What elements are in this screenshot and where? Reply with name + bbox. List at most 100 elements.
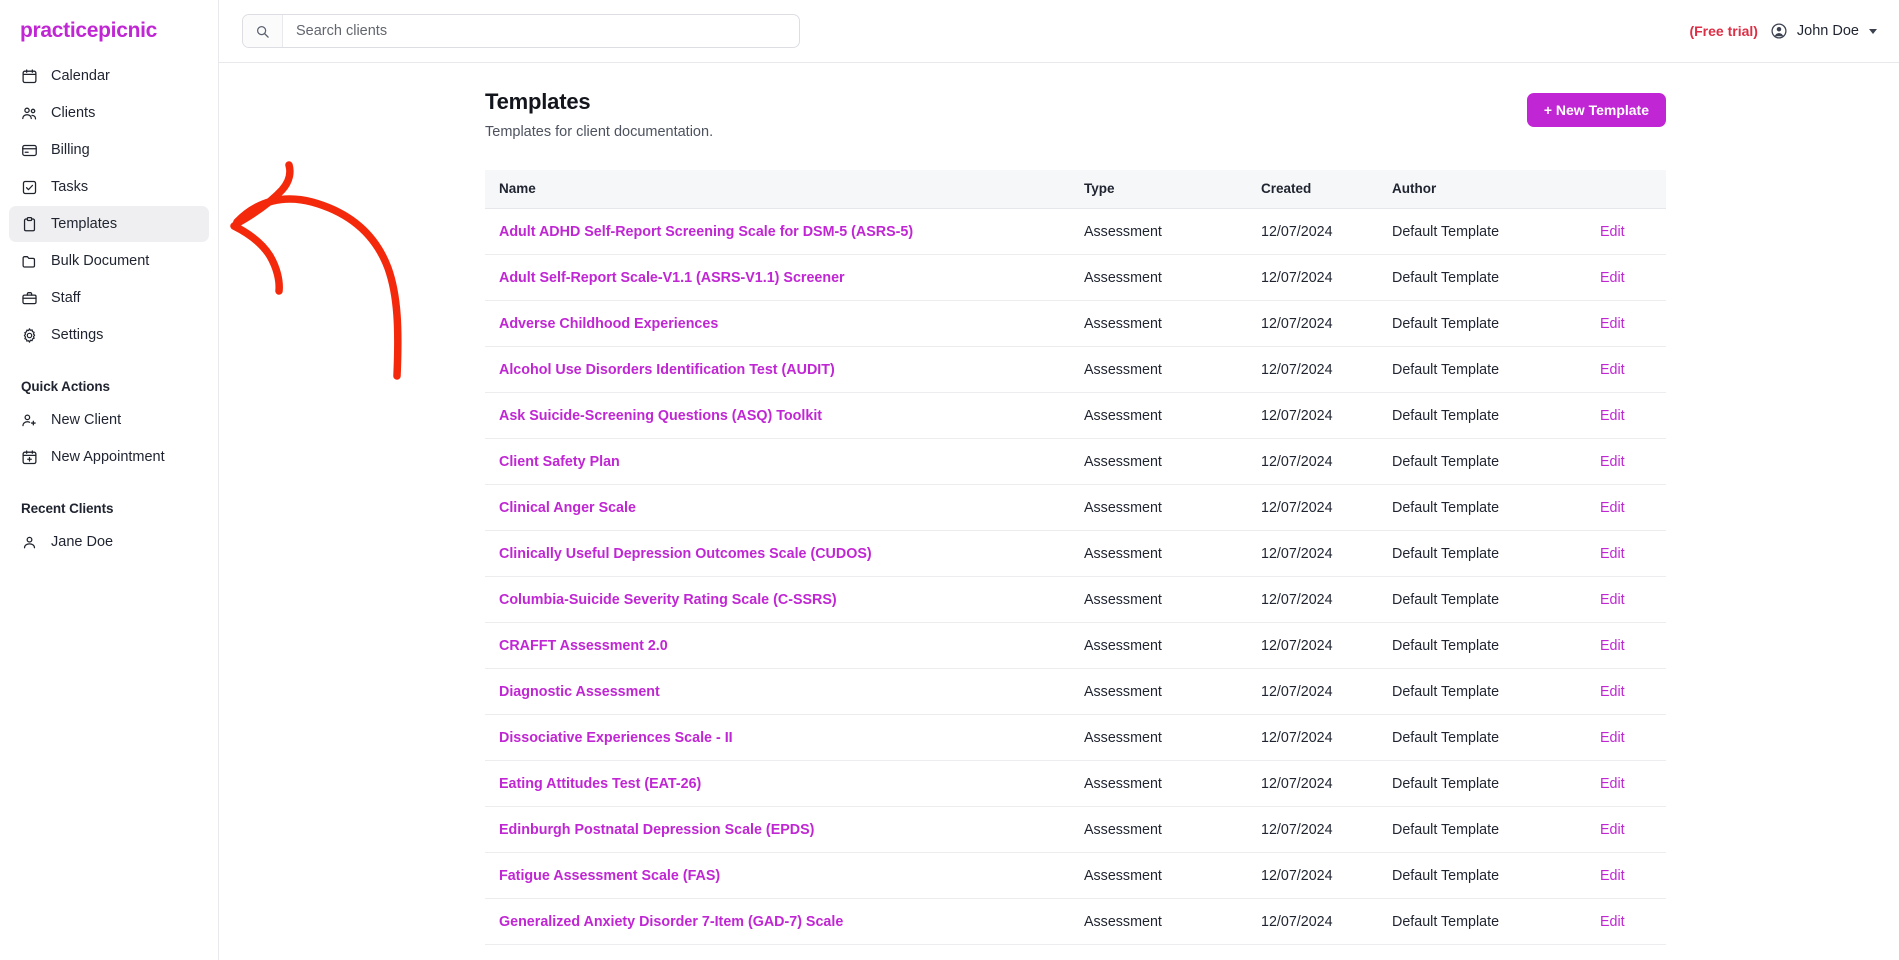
- cell-name: Good Faith Estimate (No Surprises Act): [485, 944, 1084, 960]
- sidebar-item-clients[interactable]: Clients: [9, 95, 209, 131]
- cell-actions: Edit: [1600, 254, 1666, 301]
- column-header-type[interactable]: Type: [1084, 170, 1261, 209]
- new-template-button[interactable]: + New Template: [1526, 93, 1666, 127]
- edit-link[interactable]: Edit: [1600, 362, 1625, 378]
- cell-author: Default Template: [1392, 346, 1600, 393]
- sidebar-item-label: Settings: [51, 327, 104, 343]
- edit-link[interactable]: Edit: [1600, 730, 1625, 746]
- sidebar-item-templates[interactable]: Templates: [9, 206, 209, 242]
- sidebar-item-calendar[interactable]: Calendar: [9, 58, 209, 94]
- cell-type: Assessment: [1084, 806, 1261, 853]
- search-bar[interactable]: [242, 14, 800, 48]
- template-name-link[interactable]: Dissociative Experiences Scale - II: [499, 730, 733, 746]
- cell-actions: Edit: [1600, 622, 1666, 669]
- cell-created: 12/07/2024: [1261, 760, 1392, 807]
- template-name-link[interactable]: Fatigue Assessment Scale (FAS): [499, 868, 720, 884]
- template-name-link[interactable]: Client Safety Plan: [499, 454, 620, 470]
- cell-author: Default Template: [1392, 576, 1600, 623]
- edit-link[interactable]: Edit: [1600, 546, 1625, 562]
- cell-name: Fatigue Assessment Scale (FAS): [485, 852, 1084, 899]
- table-row: Eating Attitudes Test (EAT-26) Assessment…: [485, 760, 1666, 807]
- sidebar-item-settings[interactable]: Settings: [9, 317, 209, 353]
- edit-link[interactable]: Edit: [1600, 914, 1625, 930]
- edit-link[interactable]: Edit: [1600, 316, 1625, 332]
- calendar-plus-icon: [21, 449, 38, 466]
- content-region: Templates Templates for client documenta…: [219, 63, 1899, 960]
- cell-name: Clinical Anger Scale: [485, 484, 1084, 531]
- table-row: Clinically Useful Depression Outcomes Sc…: [485, 530, 1666, 577]
- edit-link[interactable]: Edit: [1600, 592, 1625, 608]
- sidebar-item-billing[interactable]: Billing: [9, 132, 209, 168]
- free-trial-badge[interactable]: (Free trial): [1689, 23, 1757, 39]
- recent-clients-nav: Jane Doe: [0, 524, 218, 560]
- template-name-link[interactable]: CRAFFT Assessment 2.0: [499, 638, 668, 654]
- calendar-icon: [21, 68, 38, 85]
- templates-table-head: Name Type Created Author: [485, 170, 1666, 209]
- cell-name: Clinically Useful Depression Outcomes Sc…: [485, 530, 1084, 577]
- quick-action-new-client[interactable]: New Client: [9, 402, 209, 438]
- topbar-right: (Free trial) John Doe: [1689, 22, 1877, 40]
- edit-link[interactable]: Edit: [1600, 500, 1625, 516]
- column-header-created[interactable]: Created: [1261, 170, 1392, 209]
- search-input[interactable]: [283, 15, 799, 47]
- page-subtitle: Templates for client documentation.: [485, 124, 714, 140]
- template-name-link[interactable]: Adult Self-Report Scale-V1.1 (ASRS-V1.1)…: [499, 270, 845, 286]
- cell-author: Default Template: [1392, 208, 1600, 255]
- page-title: Templates: [485, 89, 591, 114]
- sidebar-item-tasks[interactable]: Tasks: [9, 169, 209, 205]
- edit-link[interactable]: Edit: [1600, 224, 1625, 240]
- page-header: Templates Templates for client documenta…: [485, 89, 1666, 140]
- cell-actions: Edit: [1600, 346, 1666, 393]
- template-name-link[interactable]: Eating Attitudes Test (EAT-26): [499, 776, 701, 792]
- template-name-link[interactable]: Alcohol Use Disorders Identification Tes…: [499, 362, 835, 378]
- edit-link[interactable]: Edit: [1600, 684, 1625, 700]
- app-logo[interactable]: practicepicnic: [0, 0, 218, 46]
- template-name-link[interactable]: Clinical Anger Scale: [499, 500, 636, 516]
- user-menu[interactable]: John Doe: [1770, 22, 1877, 40]
- edit-link[interactable]: Edit: [1600, 638, 1625, 654]
- cell-author: Default Template: [1392, 254, 1600, 301]
- cell-author: Default Template: [1392, 898, 1600, 945]
- cell-author: Default Template: [1392, 484, 1600, 531]
- cell-name: Edinburgh Postnatal Depression Scale (EP…: [485, 806, 1084, 853]
- gear-icon: [21, 327, 38, 344]
- template-name-link[interactable]: Clinically Useful Depression Outcomes Sc…: [499, 546, 872, 562]
- quick-action-new-appointment[interactable]: New Appointment: [9, 439, 209, 475]
- topbar: (Free trial) John Doe: [219, 0, 1899, 63]
- cell-type: Assessment: [1084, 208, 1261, 255]
- edit-link[interactable]: Edit: [1600, 270, 1625, 286]
- cell-author: Default Template: [1392, 438, 1600, 485]
- sidebar-item-label: Bulk Document: [51, 253, 150, 269]
- cell-created: 12/07/2024: [1261, 898, 1392, 945]
- cell-author: Default Template: [1392, 392, 1600, 439]
- cell-name: Client Safety Plan: [485, 438, 1084, 485]
- edit-link[interactable]: Edit: [1600, 454, 1625, 470]
- sidebar-item-bulk-document[interactable]: Bulk Document: [9, 243, 209, 279]
- template-name-link[interactable]: Columbia-Suicide Severity Rating Scale (…: [499, 592, 837, 608]
- template-name-link[interactable]: Adult ADHD Self-Report Screening Scale f…: [499, 224, 913, 240]
- template-name-link[interactable]: Edinburgh Postnatal Depression Scale (EP…: [499, 822, 814, 838]
- edit-link[interactable]: Edit: [1600, 822, 1625, 838]
- cell-type: Assessment: [1084, 852, 1261, 899]
- column-header-author[interactable]: Author: [1392, 170, 1600, 209]
- table-row: CRAFFT Assessment 2.0 Assessment 12/07/202…: [485, 622, 1666, 669]
- cell-actions: Edit: [1600, 852, 1666, 899]
- template-name-link[interactable]: Adverse Childhood Experiences: [499, 316, 718, 332]
- edit-link[interactable]: Edit: [1600, 776, 1625, 792]
- cell-actions: Edit: [1600, 438, 1666, 485]
- template-name-link[interactable]: Diagnostic Assessment: [499, 684, 660, 700]
- recent-client-jane-doe[interactable]: Jane Doe: [9, 524, 209, 560]
- template-name-link[interactable]: Generalized Anxiety Disorder 7-Item (GAD…: [499, 914, 843, 930]
- edit-link[interactable]: Edit: [1600, 868, 1625, 884]
- sidebar-item-staff[interactable]: Staff: [9, 280, 209, 316]
- column-header-name[interactable]: Name: [485, 170, 1084, 209]
- cell-type: Assessment: [1084, 576, 1261, 623]
- column-header-actions: [1600, 170, 1666, 209]
- cell-type: Assessment: [1084, 254, 1261, 301]
- cell-type: Assessment: [1084, 944, 1261, 960]
- edit-link[interactable]: Edit: [1600, 408, 1625, 424]
- cell-created: 12/07/2024: [1261, 806, 1392, 853]
- table-row: Adult Self-Report Scale-V1.1 (ASRS-V1.1)…: [485, 254, 1666, 301]
- cell-name: Adult Self-Report Scale-V1.1 (ASRS-V1.1)…: [485, 254, 1084, 301]
- template-name-link[interactable]: Ask Suicide-Screening Questions (ASQ) To…: [499, 408, 822, 424]
